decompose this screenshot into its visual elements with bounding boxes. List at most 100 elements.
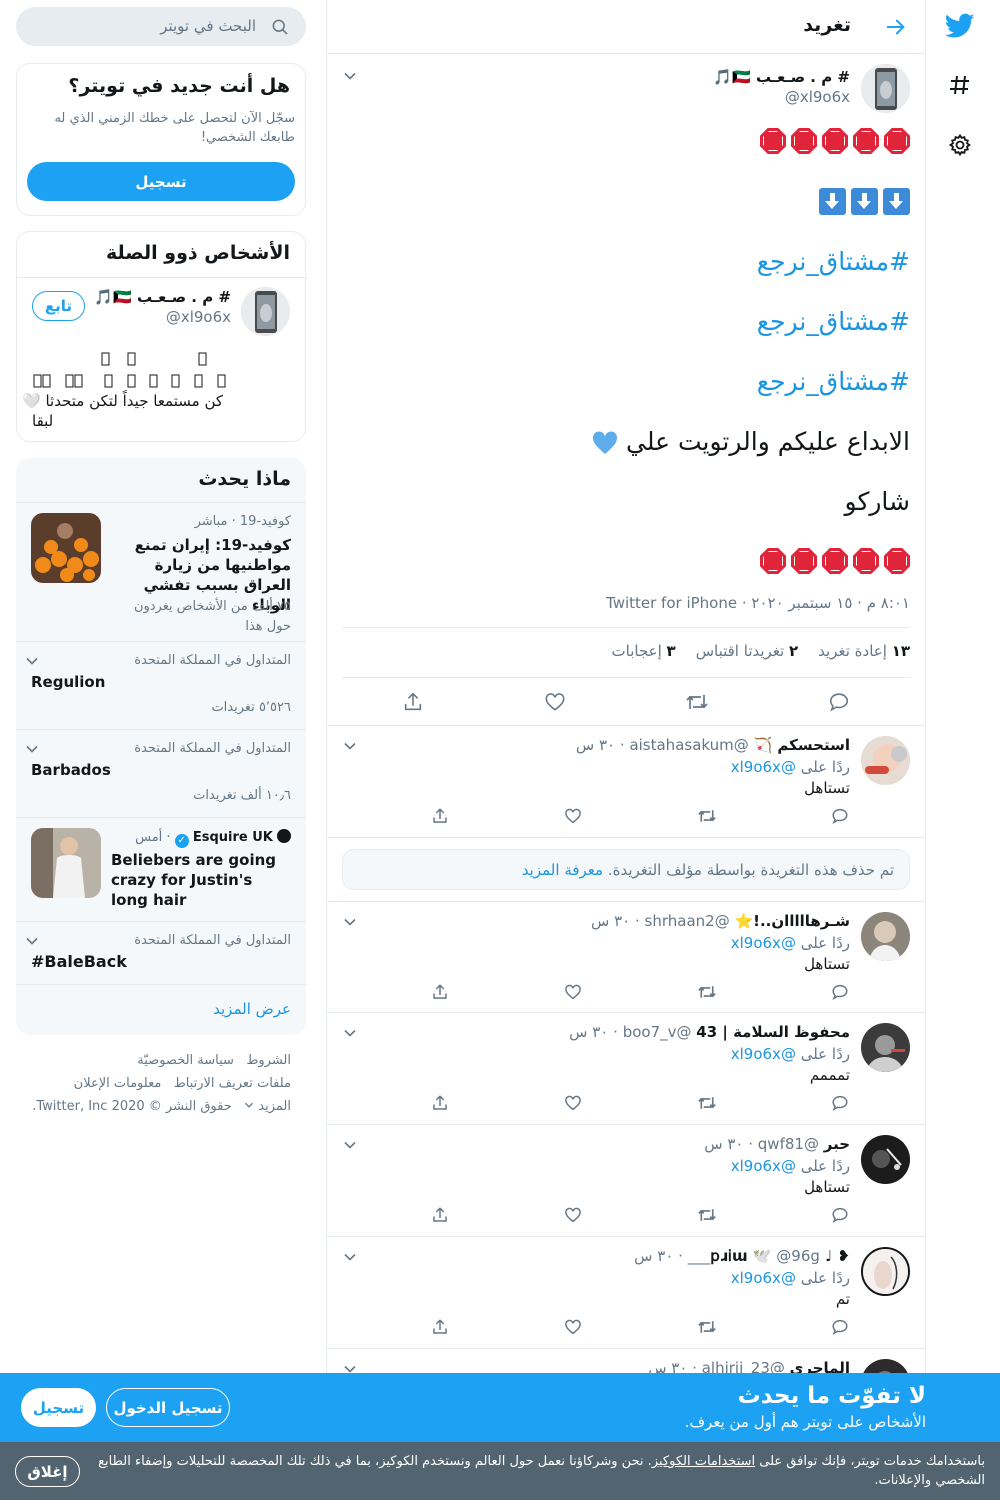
follow-button[interactable]: تابع <box>32 291 85 321</box>
chevron-down-icon[interactable] <box>22 651 42 671</box>
reply-name[interactable]: محفوظ السلامة | 43 <box>696 1023 850 1041</box>
trend-item[interactable]: المتداول في المملكة المتحدة Barbados ١٠٫… <box>16 730 306 818</box>
twitter-logo-icon[interactable] <box>940 6 980 46</box>
chevron-down-icon[interactable] <box>22 739 42 759</box>
reply-avatar[interactable] <box>861 912 910 961</box>
reply-time[interactable]: · ٣٠ س <box>576 736 625 754</box>
hashtag-link[interactable]: #مشتاق_نرجع <box>757 247 910 276</box>
reply-tweet[interactable]: ❥ ♩ 𝗉ɹ𝗂ɯ 🕊️ @96g___ · ٣٠ س ردًا على @xl9… <box>327 1237 925 1349</box>
trend-item[interactable]: كوفيد-19 · مباشر كوفيد-19: إيران تمنع مو… <box>16 503 306 642</box>
close-button[interactable]: إغلاق <box>15 1456 80 1487</box>
reply-handle[interactable]: @shrhaan2 <box>645 912 730 930</box>
like-heart-icon[interactable] <box>563 1317 583 1337</box>
chevron-down-icon[interactable] <box>340 912 360 932</box>
retweet-icon[interactable] <box>697 982 717 1002</box>
quotes-stat[interactable]: ٢ تغريدتا اقتباس <box>696 642 798 660</box>
reply-handle[interactable]: @qwf81 <box>758 1135 819 1153</box>
show-more-link[interactable]: عرض المزيد <box>213 1000 291 1018</box>
reply-avatar[interactable] <box>861 736 910 785</box>
like-heart-icon[interactable] <box>563 806 583 826</box>
retweet-icon[interactable] <box>697 806 717 826</box>
replying-to-link[interactable]: @xl9o6x <box>731 1157 796 1175</box>
signup-button[interactable]: تسجيل <box>21 1388 96 1427</box>
hashtag-link[interactable]: #مشتاق_نرجع <box>757 367 910 396</box>
chevron-down-icon[interactable] <box>340 1135 360 1155</box>
trend-count: ٧٥ ألف من الأشخاص يغردون حول هذا <box>133 599 291 634</box>
reply-icon[interactable] <box>826 689 852 715</box>
retweets-stat[interactable]: ١٣ إعادة تغريد <box>818 642 910 660</box>
chevron-down-icon[interactable] <box>340 1247 360 1267</box>
signup-button[interactable]: تسجيل <box>27 162 295 201</box>
reply-time[interactable]: · ٣٠ س <box>569 1023 618 1041</box>
trend-item[interactable]: المتداول في المملكة المتحدة #BaleBack <box>16 922 306 985</box>
footer-more[interactable]: المزيد <box>244 1099 291 1114</box>
chevron-down-icon[interactable] <box>22 931 42 951</box>
search-box[interactable]: البحث في تويتر <box>16 7 306 46</box>
reply-icon[interactable] <box>830 1093 850 1113</box>
share-icon[interactable] <box>430 1093 450 1113</box>
share-icon[interactable] <box>430 1205 450 1225</box>
footer-ads[interactable]: معلومات الإعلان <box>74 1076 162 1091</box>
retweet-icon[interactable] <box>697 1093 717 1113</box>
divider <box>342 677 910 678</box>
reply-handle[interactable]: @boo7_v <box>623 1023 692 1041</box>
reply-tweet[interactable]: شـرهااااان..!⭐ @shrhaan2 · ٣٠ س ردًا على… <box>327 901 925 1013</box>
share-icon[interactable] <box>430 1317 450 1337</box>
chevron-down-icon[interactable] <box>340 66 360 86</box>
reply-icon[interactable] <box>830 806 850 826</box>
like-heart-icon[interactable] <box>563 1093 583 1113</box>
cookie-policy-link[interactable]: استخدامات الكوكيز <box>652 1454 755 1469</box>
chevron-down-icon[interactable] <box>340 1023 360 1043</box>
search-input[interactable]: البحث في تويتر <box>160 17 256 35</box>
replying-to-link[interactable]: @xl9o6x <box>731 1269 796 1287</box>
trend-item[interactable]: Esquire UK ✓ · أمس Beliebers are going c… <box>16 818 306 922</box>
chevron-down-icon[interactable] <box>340 736 360 756</box>
related-name[interactable]: # م . صـعـب 🇰🇼🎵 <box>94 288 231 306</box>
reply-time[interactable]: · ٣٠ س <box>591 912 640 930</box>
author-name[interactable]: # م . صـعـب 🇰🇼🎵 <box>713 68 850 86</box>
reply-tweet[interactable]: استحسكم 🏹 @aistahasakum · ٣٠ س ردًا على … <box>327 726 925 838</box>
reply-tweet[interactable]: حبر @qwf81 · ٣٠ س ردًا على @xl9o6x تستاه… <box>327 1125 925 1237</box>
share-icon[interactable] <box>400 689 426 715</box>
retweet-icon[interactable] <box>697 1317 717 1337</box>
reply-time[interactable]: · ٣٠ س <box>704 1135 753 1153</box>
reply-avatar[interactable] <box>861 1023 910 1072</box>
reply-icon[interactable] <box>830 1317 850 1337</box>
footer-cookies[interactable]: ملفات تعريف الارتباط <box>174 1076 291 1091</box>
reply-tweet[interactable]: محفوظ السلامة | 43 @boo7_v · ٣٠ س ردًا ع… <box>327 1013 925 1125</box>
likes-stat[interactable]: ٣ إعجابات <box>612 642 676 660</box>
reply-time[interactable]: · ٣٠ س <box>634 1247 683 1265</box>
settings-gear-icon[interactable] <box>940 125 980 165</box>
like-heart-icon[interactable] <box>542 689 568 715</box>
hashtag-link[interactable]: #مشتاق_نرجع <box>757 307 910 336</box>
share-icon[interactable] <box>430 982 450 1002</box>
retweet-icon[interactable] <box>684 689 710 715</box>
footer-terms[interactable]: الشروط <box>246 1053 291 1068</box>
reply-name[interactable]: شـرهااااان..!⭐ <box>734 912 850 930</box>
reply-name[interactable]: حبر <box>824 1135 850 1153</box>
footer-privacy[interactable]: سياسة الخصوصيّة <box>137 1053 234 1068</box>
reply-icon[interactable] <box>830 1205 850 1225</box>
reply-handle[interactable]: @aistahasakum <box>629 736 748 754</box>
author-handle[interactable]: @xl9o6x <box>785 88 850 106</box>
replying-to-link[interactable]: @xl9o6x <box>731 1045 796 1063</box>
learn-more-link[interactable]: معرفة المزيد <box>522 861 603 879</box>
reply-icon[interactable] <box>830 982 850 1002</box>
reply-avatar[interactable] <box>861 1135 910 1184</box>
like-heart-icon[interactable] <box>563 1205 583 1225</box>
back-arrow-icon[interactable] <box>881 12 911 42</box>
like-heart-icon[interactable] <box>563 982 583 1002</box>
tweet-timestamp[interactable]: ٨:٠١ م · ١٥ سبتمبر ٢٠٢٠ · Twitter for iP… <box>606 594 910 612</box>
trend-item[interactable]: المتداول في المملكة المتحدة Regulion ٥٬٥… <box>16 642 306 730</box>
explore-hashtag-icon[interactable] <box>940 65 980 105</box>
author-avatar[interactable] <box>861 64 910 113</box>
login-button[interactable]: تسجيل الدخول <box>106 1388 230 1427</box>
replying-to-link[interactable]: @xl9o6x <box>731 934 796 952</box>
reply-avatar[interactable] <box>861 1247 910 1296</box>
share-icon[interactable] <box>430 806 450 826</box>
related-avatar[interactable] <box>241 287 290 336</box>
related-handle[interactable]: @xl9o6x <box>166 308 231 326</box>
replying-to-link[interactable]: @xl9o6x <box>731 758 796 776</box>
reply-name[interactable]: استحسكم 🏹 <box>754 736 850 754</box>
retweet-icon[interactable] <box>697 1205 717 1225</box>
